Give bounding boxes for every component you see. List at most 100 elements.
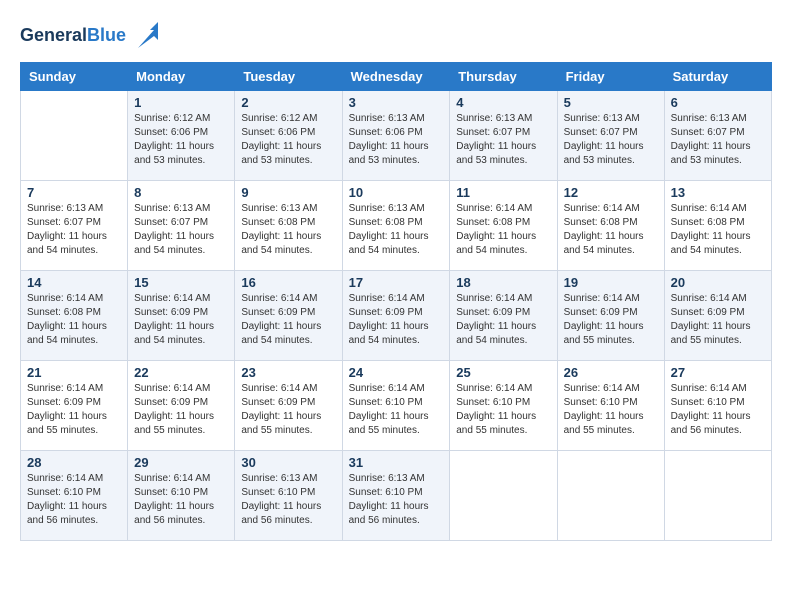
day-info: Sunrise: 6:14 AM Sunset: 6:09 PM Dayligh… (456, 292, 550, 348)
logo-blue: Blue (87, 25, 126, 45)
day-info: Sunrise: 6:12 AM Sunset: 6:06 PM Dayligh… (241, 112, 335, 168)
calendar-cell: 9 Sunrise: 6:13 AM Sunset: 6:08 PM Daylig… (235, 181, 342, 271)
calendar-cell: 23Sunrise: 6:14 AM Sunset: 6:09 PM Dayli… (235, 361, 342, 451)
page-header: GeneralBlue (20, 20, 772, 52)
day-number: 30 (241, 455, 335, 470)
day-number: 27 (671, 365, 765, 380)
calendar-cell: 13Sunrise: 6:14 AM Sunset: 6:08 PM Dayli… (664, 181, 771, 271)
day-number: 7 (27, 185, 121, 200)
day-number: 24 (349, 365, 444, 380)
calendar-cell: 3Sunrise: 6:13 AM Sunset: 6:06 PM Daylig… (342, 91, 450, 181)
day-info: Sunrise: 6:14 AM Sunset: 6:10 PM Dayligh… (564, 382, 658, 438)
calendar-cell: 11 Sunrise: 6:14 AM Sunset: 6:08 PM Dayli… (450, 181, 557, 271)
day-number: 25 (456, 365, 550, 380)
day-number: 20 (671, 275, 765, 290)
weekday-header: Saturday (664, 63, 771, 91)
day-number: 14 (27, 275, 121, 290)
calendar-cell: 19 Sunrise: 6:14 AM Sunset: 6:09 PM Dayli… (557, 271, 664, 361)
calendar-cell: 4 Sunrise: 6:13 AM Sunset: 6:07 PM Daylig… (450, 91, 557, 181)
calendar-cell: 12 Sunrise: 6:14 AM Sunset: 6:08 PM Dayli… (557, 181, 664, 271)
day-info: Sunrise: 6:14 AM Sunset: 6:10 PM Dayligh… (456, 382, 550, 438)
day-number: 4 (456, 95, 550, 110)
calendar-cell: 29Sunrise: 6:14 AM Sunset: 6:10 PM Dayli… (128, 451, 235, 541)
weekday-header: Friday (557, 63, 664, 91)
calendar-week-row: 14 Sunrise: 6:14 AM Sunset: 6:08 PM Dayli… (21, 271, 772, 361)
calendar-cell: 17Sunrise: 6:14 AM Sunset: 6:09 PM Dayli… (342, 271, 450, 361)
calendar-cell: 21 Sunrise: 6:14 AM Sunset: 6:09 PM Dayli… (21, 361, 128, 451)
day-info: Sunrise: 6:13 AM Sunset: 6:10 PM Dayligh… (241, 472, 335, 528)
calendar-cell: 25 Sunrise: 6:14 AM Sunset: 6:10 PM Dayli… (450, 361, 557, 451)
calendar-cell: 27 Sunrise: 6:14 AM Sunset: 6:10 PM Dayli… (664, 361, 771, 451)
weekday-header: Tuesday (235, 63, 342, 91)
day-info: Sunrise: 6:13 AM Sunset: 6:10 PM Dayligh… (349, 472, 444, 528)
calendar-cell: 30 Sunrise: 6:13 AM Sunset: 6:10 PM Dayli… (235, 451, 342, 541)
day-info: Sunrise: 6:14 AM Sunset: 6:09 PM Dayligh… (349, 292, 444, 348)
calendar-cell: 5 Sunrise: 6:13 AM Sunset: 6:07 PM Daylig… (557, 91, 664, 181)
calendar-table: SundayMondayTuesdayWednesdayThursdayFrid… (20, 62, 772, 541)
day-number: 13 (671, 185, 765, 200)
day-info: Sunrise: 6:14 AM Sunset: 6:10 PM Dayligh… (671, 382, 765, 438)
day-number: 2 (241, 95, 335, 110)
calendar-cell: 22Sunrise: 6:14 AM Sunset: 6:09 PM Dayli… (128, 361, 235, 451)
day-number: 9 (241, 185, 335, 200)
day-number: 8 (134, 185, 228, 200)
day-info: Sunrise: 6:14 AM Sunset: 6:08 PM Dayligh… (564, 202, 658, 258)
calendar-cell: 24 Sunrise: 6:14 AM Sunset: 6:10 PM Dayli… (342, 361, 450, 451)
day-number: 6 (671, 95, 765, 110)
day-number: 21 (27, 365, 121, 380)
calendar-cell (664, 451, 771, 541)
day-number: 26 (564, 365, 658, 380)
weekday-header: Thursday (450, 63, 557, 91)
day-number: 12 (564, 185, 658, 200)
calendar-week-row: 1 Sunrise: 6:12 AM Sunset: 6:06 PM Daylig… (21, 91, 772, 181)
weekday-header: Sunday (21, 63, 128, 91)
calendar-cell: 14 Sunrise: 6:14 AM Sunset: 6:08 PM Dayli… (21, 271, 128, 361)
header-row: SundayMondayTuesdayWednesdayThursdayFrid… (21, 63, 772, 91)
calendar-cell (21, 91, 128, 181)
day-info: Sunrise: 6:13 AM Sunset: 6:07 PM Dayligh… (134, 202, 228, 258)
logo-icon (130, 20, 162, 52)
day-number: 22 (134, 365, 228, 380)
day-info: Sunrise: 6:13 AM Sunset: 6:07 PM Dayligh… (456, 112, 550, 168)
day-info: Sunrise: 6:14 AM Sunset: 6:09 PM Dayligh… (241, 292, 335, 348)
calendar-cell: 28 Sunrise: 6:14 AM Sunset: 6:10 PM Dayli… (21, 451, 128, 541)
logo: GeneralBlue (20, 20, 162, 52)
day-info: Sunrise: 6:13 AM Sunset: 6:08 PM Dayligh… (241, 202, 335, 258)
day-info: Sunrise: 6:13 AM Sunset: 6:07 PM Dayligh… (564, 112, 658, 168)
calendar-cell: 18 Sunrise: 6:14 AM Sunset: 6:09 PM Dayli… (450, 271, 557, 361)
day-number: 11 (456, 185, 550, 200)
calendar-cell: 10Sunrise: 6:13 AM Sunset: 6:08 PM Dayli… (342, 181, 450, 271)
day-info: Sunrise: 6:14 AM Sunset: 6:10 PM Dayligh… (349, 382, 444, 438)
day-number: 18 (456, 275, 550, 290)
calendar-cell: 2 Sunrise: 6:12 AM Sunset: 6:06 PM Daylig… (235, 91, 342, 181)
calendar-cell: 31Sunrise: 6:13 AM Sunset: 6:10 PM Dayli… (342, 451, 450, 541)
day-info: Sunrise: 6:14 AM Sunset: 6:10 PM Dayligh… (27, 472, 121, 528)
day-info: Sunrise: 6:14 AM Sunset: 6:09 PM Dayligh… (134, 292, 228, 348)
calendar-week-row: 28 Sunrise: 6:14 AM Sunset: 6:10 PM Dayli… (21, 451, 772, 541)
calendar-cell: 8 Sunrise: 6:13 AM Sunset: 6:07 PM Daylig… (128, 181, 235, 271)
calendar-cell: 26 Sunrise: 6:14 AM Sunset: 6:10 PM Dayli… (557, 361, 664, 451)
day-info: Sunrise: 6:14 AM Sunset: 6:09 PM Dayligh… (27, 382, 121, 438)
calendar-header: SundayMondayTuesdayWednesdayThursdayFrid… (21, 63, 772, 91)
day-number: 1 (134, 95, 228, 110)
weekday-header: Monday (128, 63, 235, 91)
day-info: Sunrise: 6:12 AM Sunset: 6:06 PM Dayligh… (134, 112, 228, 168)
day-info: Sunrise: 6:14 AM Sunset: 6:10 PM Dayligh… (134, 472, 228, 528)
calendar-body: 1 Sunrise: 6:12 AM Sunset: 6:06 PM Daylig… (21, 91, 772, 541)
day-number: 10 (349, 185, 444, 200)
logo-general: General (20, 25, 87, 45)
day-number: 5 (564, 95, 658, 110)
day-info: Sunrise: 6:14 AM Sunset: 6:08 PM Dayligh… (456, 202, 550, 258)
day-number: 15 (134, 275, 228, 290)
day-info: Sunrise: 6:14 AM Sunset: 6:09 PM Dayligh… (564, 292, 658, 348)
calendar-week-row: 21 Sunrise: 6:14 AM Sunset: 6:09 PM Dayli… (21, 361, 772, 451)
day-info: Sunrise: 6:14 AM Sunset: 6:08 PM Dayligh… (27, 292, 121, 348)
day-number: 16 (241, 275, 335, 290)
day-number: 28 (27, 455, 121, 470)
calendar-cell: 6Sunrise: 6:13 AM Sunset: 6:07 PM Daylig… (664, 91, 771, 181)
calendar-cell: 1 Sunrise: 6:12 AM Sunset: 6:06 PM Daylig… (128, 91, 235, 181)
calendar-cell: 7Sunrise: 6:13 AM Sunset: 6:07 PM Daylig… (21, 181, 128, 271)
calendar-cell (450, 451, 557, 541)
day-number: 19 (564, 275, 658, 290)
weekday-header: Wednesday (342, 63, 450, 91)
